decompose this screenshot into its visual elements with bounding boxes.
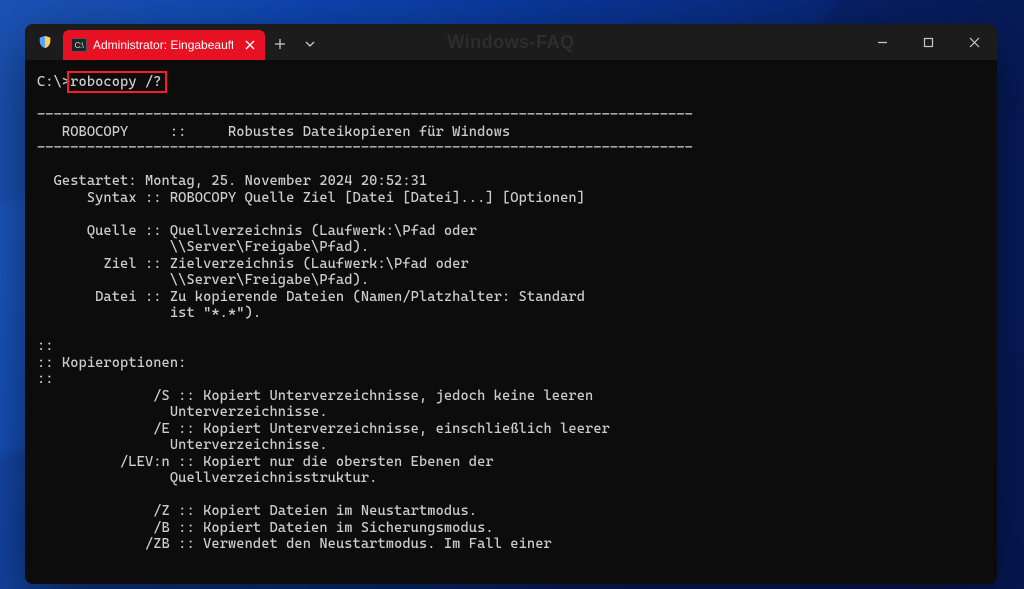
section-copy: Kopieroptionen: bbox=[62, 355, 187, 371]
tab-title: Administrator: Eingabeauffor bbox=[93, 38, 233, 52]
tab-active[interactable]: C:\ Administrator: Eingabeauffor bbox=[63, 30, 265, 60]
opt-e-l2: Unterverzeichnisse. bbox=[170, 437, 328, 453]
param-quelle-label: Quelle :: bbox=[87, 223, 162, 239]
maximize-button[interactable] bbox=[905, 24, 951, 60]
header-name: ROBOCOPY bbox=[62, 124, 128, 140]
opt-s-l1: Kopiert Unterverzeichnisse, jedoch keine… bbox=[203, 388, 593, 404]
tab-close-button[interactable] bbox=[241, 36, 259, 54]
started-label: Gestartet: bbox=[54, 173, 137, 189]
param-datei-label: Datei :: bbox=[95, 289, 161, 305]
minimize-button[interactable] bbox=[859, 24, 905, 60]
dash-top: ----------------------------------------… bbox=[37, 107, 693, 123]
tab-dropdown-button[interactable] bbox=[295, 29, 325, 59]
opt-lev-l1: Kopiert nur die obersten Ebenen der bbox=[203, 454, 494, 470]
started-value: Montag, 25. November 2024 20:52:31 bbox=[145, 173, 427, 189]
terminal-window: C:\ Administrator: Eingabeauffor Windows… bbox=[25, 24, 997, 584]
prompt-path: C:\> bbox=[37, 74, 70, 90]
opt-z-flag: /Z :: bbox=[153, 503, 195, 519]
opt-b-l1: Kopiert Dateien im Sicherungsmodus. bbox=[203, 520, 494, 536]
syntax-label: Syntax :: bbox=[87, 190, 162, 206]
shield-icon bbox=[37, 34, 53, 50]
param-quelle-l1: Quellverzeichnis (Laufwerk:\Pfad oder bbox=[170, 223, 477, 239]
syntax-value: ROBOCOPY Quelle Ziel [Datei [Datei]...] … bbox=[170, 190, 585, 206]
param-quelle-l2: \\Server\Freigabe\Pfad). bbox=[170, 239, 369, 255]
opt-lev-l2: Quellverzeichnisstruktur. bbox=[170, 470, 378, 486]
param-ziel-l1: Zielverzeichnis (Laufwerk:\Pfad oder bbox=[170, 256, 469, 272]
opt-b-flag: /B :: bbox=[153, 520, 195, 536]
opt-lev-flag: /LEV:n :: bbox=[120, 454, 195, 470]
cmd-icon: C:\ bbox=[71, 38, 87, 52]
dash-bottom: ----------------------------------------… bbox=[37, 140, 693, 156]
param-ziel-l2: \\Server\Freigabe\Pfad). bbox=[170, 272, 369, 288]
opt-zb-l1: Verwendet den Neustartmodus. Im Fall ein… bbox=[203, 536, 552, 552]
header-sep: :: bbox=[170, 124, 187, 140]
terminal-body[interactable]: C:\>robocopy /? ------------------------… bbox=[25, 60, 997, 584]
opt-zb-flag: /ZB :: bbox=[145, 536, 195, 552]
opt-s-l2: Unterverzeichnisse. bbox=[170, 404, 328, 420]
param-datei-l1: Zu kopierende Dateien (Namen/Platzhalter… bbox=[170, 289, 585, 305]
opt-s-flag: /S :: bbox=[153, 388, 195, 404]
header-desc: Robustes Dateikopieren für Windows bbox=[228, 124, 510, 140]
new-tab-button[interactable] bbox=[265, 29, 295, 59]
close-window-button[interactable] bbox=[951, 24, 997, 60]
opt-e-l1: Kopiert Unterverzeichnisse, einschließli… bbox=[203, 421, 610, 437]
titlebar[interactable]: C:\ Administrator: Eingabeauffor Windows… bbox=[25, 24, 997, 60]
prompt-command: robocopy /? bbox=[70, 74, 161, 90]
prompt-line: C:\>robocopy /? bbox=[37, 74, 162, 90]
opt-e-flag: /E :: bbox=[153, 421, 195, 437]
opt-z-l1: Kopiert Dateien im Neustartmodus. bbox=[203, 503, 477, 519]
param-ziel-label: Ziel :: bbox=[103, 256, 161, 272]
param-datei-l2: ist "*.*"). bbox=[170, 305, 261, 321]
watermark-text: Windows-FAQ bbox=[447, 32, 574, 53]
